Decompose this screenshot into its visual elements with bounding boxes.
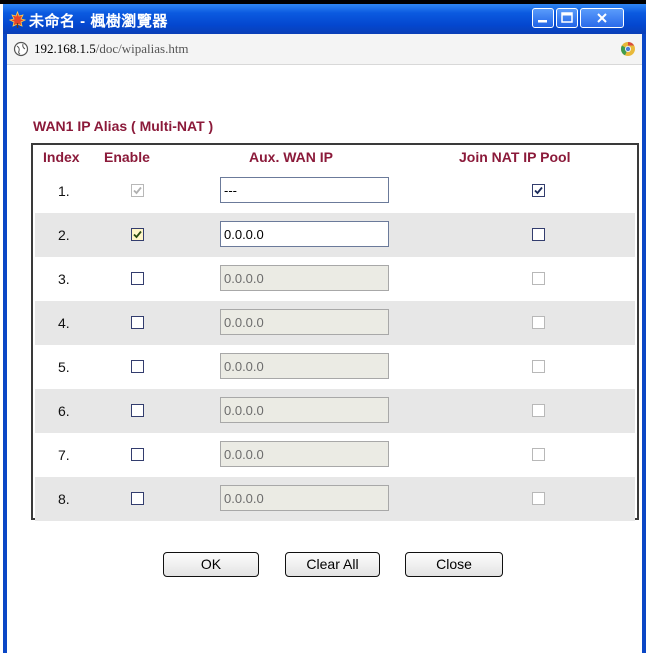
header-join-nat-ip-pool: Join NAT IP Pool [459, 149, 571, 165]
aux-wan-ip-input [220, 309, 389, 335]
table-row: 1. [35, 169, 635, 213]
join-nat-pool-checkbox[interactable] [532, 228, 545, 241]
page-globe-icon [13, 41, 29, 57]
clear-all-button[interactable]: Clear All [285, 552, 380, 577]
table-header: Index Enable Aux. WAN IP Join NAT IP Poo… [33, 145, 637, 169]
aux-wan-ip-input[interactable] [220, 221, 389, 247]
maple-browser-icon [9, 11, 26, 28]
window-title: 未命名 - 楓樹瀏覽器 [29, 13, 168, 30]
enable-checkbox[interactable] [131, 492, 144, 505]
row-index: 4. [58, 315, 70, 331]
header-enable: Enable [104, 149, 150, 165]
aux-wan-ip-input [220, 485, 389, 511]
chrome-engine-icon[interactable] [620, 41, 636, 57]
enable-checkbox[interactable] [131, 404, 144, 417]
checkmark-icon [133, 230, 142, 239]
minimize-button[interactable] [532, 8, 554, 28]
checkmark-icon [133, 186, 142, 195]
enable-checkbox[interactable] [131, 228, 144, 241]
enable-checkbox[interactable] [131, 360, 144, 373]
row-index: 7. [58, 447, 70, 463]
join-nat-pool-checkbox [532, 360, 545, 373]
aux-wan-ip-input [220, 441, 389, 467]
row-index: 1. [58, 183, 70, 199]
url-text[interactable]: 192.168.1.5/doc/wipalias.htm [34, 41, 189, 57]
enable-checkbox[interactable] [131, 448, 144, 461]
close-icon [597, 13, 607, 23]
address-bar[interactable]: 192.168.1.5/doc/wipalias.htm [7, 34, 642, 65]
row-index: 6. [58, 403, 70, 419]
table-row: 6. [35, 389, 635, 433]
title-bar[interactable]: 未命名 - 楓樹瀏覽器 [3, 4, 646, 34]
table-row: 7. [35, 433, 635, 477]
join-nat-pool-checkbox [532, 404, 545, 417]
enable-checkbox[interactable] [131, 272, 144, 285]
ok-button[interactable]: OK [163, 552, 259, 577]
header-index: Index [43, 149, 80, 165]
wan-ip-alias-table: Index Enable Aux. WAN IP Join NAT IP Poo… [31, 143, 639, 521]
url-path: /doc/wipalias.htm [95, 41, 189, 56]
close-button[interactable]: Close [405, 552, 503, 577]
aux-wan-ip-input [220, 397, 389, 423]
join-nat-pool-checkbox[interactable] [532, 184, 545, 197]
maximize-button[interactable] [556, 8, 578, 28]
aux-wan-ip-input [220, 353, 389, 379]
aux-wan-ip-input [220, 265, 389, 291]
close-window-button[interactable] [580, 8, 624, 28]
section-title: WAN1 IP Alias ( Multi-NAT ) [33, 118, 214, 134]
join-nat-pool-checkbox [532, 272, 545, 285]
join-nat-pool-checkbox [532, 492, 545, 505]
table-row: 4. [35, 301, 635, 345]
table-row: 8. [35, 477, 635, 521]
aux-wan-ip-input[interactable] [220, 177, 389, 203]
table-row: 5. [35, 345, 635, 389]
join-nat-pool-checkbox [532, 316, 545, 329]
maximize-icon [561, 12, 573, 23]
header-aux-wan-ip: Aux. WAN IP [249, 149, 334, 165]
enable-checkbox [131, 184, 144, 197]
table-row: 2. [35, 213, 635, 257]
row-index: 2. [58, 227, 70, 243]
url-host: 192.168.1.5 [34, 41, 96, 56]
table-row: 3. [35, 257, 635, 301]
row-index: 8. [58, 491, 70, 507]
row-index: 5. [58, 359, 70, 375]
row-index: 3. [58, 271, 70, 287]
enable-checkbox[interactable] [131, 316, 144, 329]
page-content: WAN1 IP Alias ( Multi-NAT ) Index Enable… [7, 65, 642, 653]
browser-window: 未命名 - 楓樹瀏覽器 192.168.1.5/doc/wipalias.htm… [3, 4, 646, 653]
minimize-icon [538, 20, 547, 23]
join-nat-pool-checkbox [532, 448, 545, 461]
checkmark-icon [534, 186, 543, 195]
